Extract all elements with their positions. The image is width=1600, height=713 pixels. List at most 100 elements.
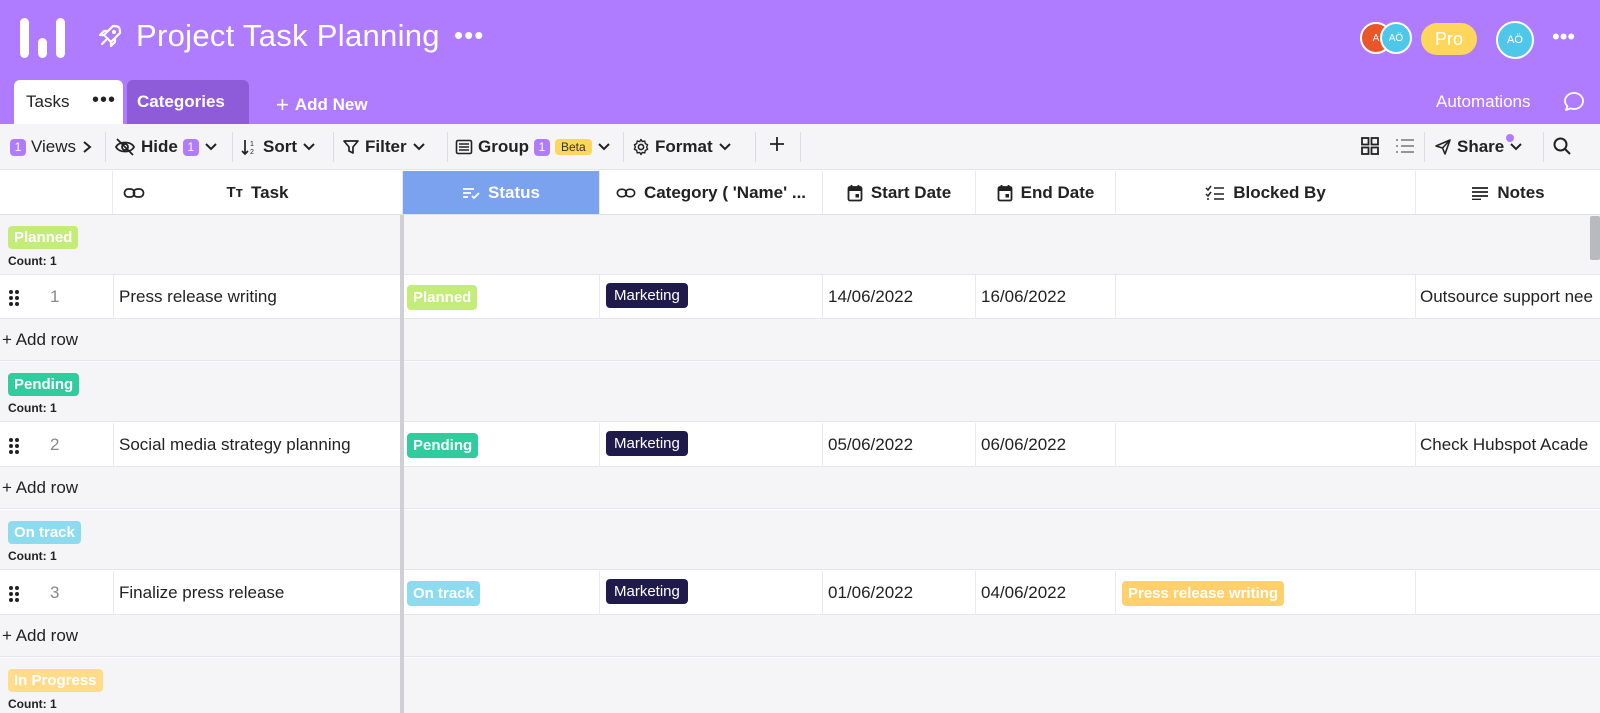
- search-icon: [1553, 137, 1571, 155]
- group-header-on-track[interactable]: On track Count: 1: [0, 510, 1600, 570]
- end-date-cell[interactable]: 16/06/2022: [976, 275, 1116, 319]
- task-cell[interactable]: Social media strategy planning: [113, 423, 403, 467]
- grid-icon: [1361, 137, 1379, 155]
- tab-label: Categories: [137, 92, 225, 111]
- notes-cell[interactable]: [1416, 571, 1600, 615]
- user-avatar[interactable]: AÖ: [1496, 21, 1534, 59]
- views-button[interactable]: 1 Views: [10, 137, 93, 157]
- svg-text:1: 1: [250, 141, 254, 148]
- add-row-button[interactable]: + Add row: [0, 319, 1600, 361]
- drag-handle-icon[interactable]: [8, 437, 20, 455]
- comment-icon[interactable]: [1562, 90, 1586, 114]
- task-cell[interactable]: Finalize press release: [113, 571, 403, 615]
- notes-cell[interactable]: Check Hubspot Acade: [1416, 423, 1600, 467]
- page-title[interactable]: Project Task Planning: [136, 18, 440, 54]
- rocket-icon[interactable]: [96, 22, 124, 50]
- avatar[interactable]: AÖ: [1380, 22, 1412, 54]
- app-header: Project Task Planning ••• A AÖ Pro AÖ ••…: [0, 0, 1600, 124]
- column-header-task[interactable]: Tт Task: [113, 171, 403, 215]
- divider: [623, 132, 624, 162]
- format-button[interactable]: Format: [632, 137, 732, 157]
- row-number: 2: [50, 435, 60, 454]
- status-cell[interactable]: On track: [403, 571, 600, 615]
- column-label: Notes: [1497, 182, 1545, 202]
- search-button[interactable]: [1552, 136, 1572, 156]
- column-header-category[interactable]: Category ( 'Name' ...: [600, 171, 823, 215]
- category-cell[interactable]: Marketing: [600, 571, 823, 615]
- blocked-by-cell[interactable]: [1116, 275, 1416, 319]
- table-row[interactable]: 1 Press release writing Planned Marketin…: [0, 275, 1600, 319]
- column-label: Blocked By: [1233, 182, 1326, 202]
- group-header-pending[interactable]: Pending Count: 1: [0, 362, 1600, 422]
- add-row-button[interactable]: + Add row: [0, 467, 1600, 509]
- group-header-in-progress[interactable]: In Progress Count: 1: [0, 658, 1600, 713]
- calendar-icon: [997, 184, 1013, 201]
- chevron-down-icon: [412, 143, 425, 151]
- plus-icon: [770, 137, 784, 151]
- more-horizontal-icon[interactable]: •••: [454, 20, 484, 51]
- grid-view-toggle[interactable]: [1360, 136, 1380, 156]
- header-more-icon[interactable]: •••: [1552, 24, 1575, 50]
- checklist-icon: [1205, 185, 1225, 200]
- pro-plan-badge[interactable]: Pro: [1421, 23, 1477, 55]
- group-button[interactable]: Group 1 Beta: [455, 137, 611, 157]
- status-pill: On track: [407, 580, 480, 606]
- vertical-scrollbar[interactable]: [1590, 216, 1600, 260]
- hide-fields-button[interactable]: Hide 1: [114, 137, 218, 157]
- column-header-notes[interactable]: Notes: [1416, 171, 1600, 215]
- column-header-blocked-by[interactable]: Blocked By: [1116, 171, 1416, 215]
- drag-handle-icon[interactable]: [8, 585, 20, 603]
- sort-label: Sort: [263, 137, 297, 156]
- start-date-cell[interactable]: 01/06/2022: [823, 571, 976, 615]
- category-cell[interactable]: Marketing: [600, 275, 823, 319]
- gear-icon: [633, 138, 649, 156]
- group-header-planned[interactable]: Planned Count: 1: [0, 215, 1600, 275]
- category-cell[interactable]: Marketing: [600, 423, 823, 467]
- column-label: Task: [251, 182, 289, 202]
- frozen-column-divider[interactable]: [400, 215, 404, 713]
- sort-button[interactable]: 12 Sort: [240, 137, 316, 157]
- status-badge: Planned: [8, 226, 79, 249]
- add-row-label: + Add row: [2, 330, 79, 349]
- start-date-cell[interactable]: 14/06/2022: [823, 275, 976, 319]
- status-cell[interactable]: Pending: [403, 423, 600, 467]
- table-row[interactable]: 3 Finalize press release On track Market…: [0, 571, 1600, 615]
- row-number: 3: [50, 583, 60, 602]
- add-new-button[interactable]: + Add New: [276, 92, 368, 118]
- column-header-start-date[interactable]: Start Date: [823, 171, 976, 215]
- add-new-label: Add New: [294, 95, 368, 114]
- blocked-by-pill[interactable]: Press release writing: [1122, 580, 1285, 606]
- add-row-button[interactable]: + Add row: [0, 615, 1600, 657]
- tab-tasks[interactable]: Tasks •••: [14, 80, 123, 124]
- end-date-cell[interactable]: 04/06/2022: [976, 571, 1116, 615]
- column-header-end-date[interactable]: End Date: [976, 171, 1116, 215]
- link-icon: [616, 188, 636, 197]
- table-row[interactable]: 2 Social media strategy planning Pending…: [0, 423, 1600, 467]
- blocked-by-cell[interactable]: Press release writing: [1116, 571, 1416, 615]
- tab-more-icon[interactable]: •••: [92, 89, 116, 112]
- add-toolbar-item-button[interactable]: [768, 135, 786, 153]
- drag-handle-icon[interactable]: [8, 289, 20, 307]
- status-cell[interactable]: Planned: [403, 275, 600, 319]
- send-icon: [1435, 139, 1451, 155]
- category-pill[interactable]: Marketing: [606, 579, 688, 604]
- column-header-status[interactable]: Status: [403, 171, 600, 215]
- category-pill[interactable]: Marketing: [606, 283, 688, 308]
- start-date-cell[interactable]: 05/06/2022: [823, 423, 976, 467]
- task-cell[interactable]: Press release writing: [113, 275, 403, 319]
- category-pill[interactable]: Marketing: [606, 431, 688, 456]
- divider: [105, 132, 106, 162]
- automations-button[interactable]: Automations: [1436, 92, 1531, 112]
- blocked-by-cell[interactable]: [1116, 423, 1416, 467]
- end-date-cell[interactable]: 06/06/2022: [976, 423, 1116, 467]
- text-type-icon: Tт: [226, 184, 243, 201]
- notes-cell[interactable]: Outsource support nee: [1416, 275, 1600, 319]
- collaborator-avatars[interactable]: A AÖ: [1360, 22, 1412, 56]
- divider: [755, 132, 756, 162]
- filter-button[interactable]: Filter: [342, 137, 426, 157]
- list-view-toggle[interactable]: [1394, 136, 1416, 156]
- tab-categories[interactable]: Categories: [127, 80, 249, 124]
- divider: [1543, 132, 1544, 162]
- single-select-icon: [463, 187, 480, 199]
- app-logo-icon[interactable]: [18, 16, 68, 60]
